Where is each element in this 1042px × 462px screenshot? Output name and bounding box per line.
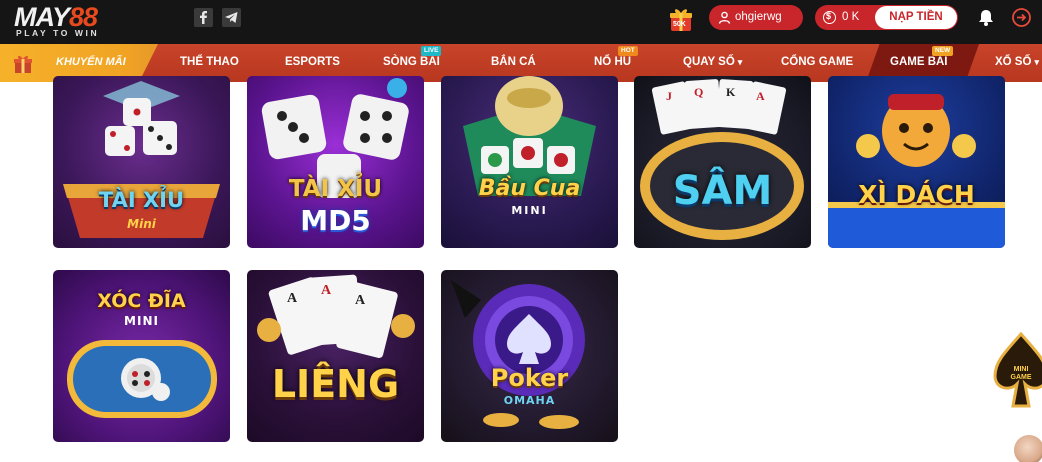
game-tile-taixiu-mini[interactable]: TÀI XỈU Mini <box>53 76 230 248</box>
poker-art <box>451 280 585 429</box>
gift-50k-icon[interactable]: 50K <box>667 6 695 34</box>
nav-item-sports[interactable]: THỂ THAO <box>180 56 239 68</box>
game-title: SÂM <box>672 168 773 214</box>
user-icon <box>718 11 731 24</box>
hot-badge: HOT <box>618 46 638 56</box>
game-tile-sam[interactable]: J Q K A SÂM <box>634 76 811 248</box>
nav-promo-label: KHUYẾN MÃI <box>56 56 126 68</box>
game-title: Poker <box>490 364 569 392</box>
svg-text:A: A <box>287 291 298 306</box>
lieng-art: A A A <box>257 274 415 358</box>
game-subtitle: OMAHA <box>503 394 556 407</box>
baucua-art <box>463 76 596 196</box>
user-account-button[interactable]: ohgierwg <box>709 5 803 30</box>
sam-art: J Q K A <box>640 79 804 240</box>
svg-text:K: K <box>726 85 736 99</box>
game-tile-xocdia-mini[interactable]: XÓC ĐĨA MINI <box>53 270 230 442</box>
xidach-art <box>828 94 1005 248</box>
game-title: TÀI XỈU <box>98 188 185 212</box>
game-title: XÓC ĐĨA <box>97 290 186 312</box>
chevron-down-icon: ▾ <box>1034 57 1039 67</box>
mini-game-label: MINI GAME <box>1010 366 1032 381</box>
new-badge: NEW <box>932 46 954 56</box>
telegram-icon[interactable] <box>222 8 241 27</box>
game-tile-poker-omaha[interactable]: Poker OMAHA <box>441 270 618 442</box>
coin-icon <box>823 11 836 24</box>
nav-item-game-portal[interactable]: CỔNG GAME <box>781 56 853 68</box>
username: ohgierwg <box>735 11 782 23</box>
nav-item-slots[interactable]: NỔ HŨ HOT <box>594 46 638 68</box>
game-tile-baucua-mini[interactable]: Bầu Cua MINI <box>441 76 618 248</box>
game-title: LIÊNG <box>271 362 400 406</box>
nav-item-lottery[interactable]: XỔ SỐ ▾ <box>995 56 1039 68</box>
svg-text:A: A <box>756 89 765 103</box>
logout-icon[interactable] <box>1011 7 1032 28</box>
nav-item-fishing[interactable]: BẮN CÁ <box>491 56 536 68</box>
nav-item-card-games[interactable]: GAME BÀI NEW <box>890 46 954 68</box>
wallet: 0 K NẠP TIỀN <box>815 5 958 30</box>
nav-item-casino[interactable]: SÒNG BÀI LIVE <box>383 46 442 68</box>
nav-item-lottery-draw[interactable]: QUAY SỐ ▾ <box>683 56 742 68</box>
mini-game-widget[interactable]: MINI GAME <box>993 331 1042 410</box>
game-subtitle: MINI <box>511 204 548 217</box>
game-subtitle: Mini <box>127 217 156 231</box>
svg-text:A: A <box>355 293 366 308</box>
brand-logo[interactable]: MAY88 PLAY TO WIN <box>14 2 139 40</box>
svg-text:Q: Q <box>694 85 703 99</box>
game-tile-xidach[interactable]: XÌ DÁCH <box>828 76 1005 248</box>
svg-text:A: A <box>321 283 332 298</box>
game-tile-taixiu-md5[interactable]: TÀI XỈU MD5 <box>247 76 424 248</box>
top-bar: MAY88 PLAY TO WIN 50K ohgierwg 0 K NẠP T… <box>0 0 1042 44</box>
game-title: TÀI XỈU <box>288 176 383 202</box>
facebook-icon[interactable] <box>194 8 213 27</box>
gift-icon <box>14 55 32 73</box>
svg-text:J: J <box>666 89 672 103</box>
logo-tagline: PLAY TO WIN <box>16 28 100 38</box>
deposit-button[interactable]: NẠP TIỀN <box>875 6 957 29</box>
gift-badge-text: 50K <box>673 21 686 28</box>
live-badge: LIVE <box>421 46 442 56</box>
chevron-down-icon: ▾ <box>737 57 743 67</box>
game-subtitle: MD5 <box>300 204 371 237</box>
game-title: Bầu Cua <box>478 176 581 201</box>
game-subtitle: MINI <box>124 314 159 328</box>
support-avatar[interactable] <box>1012 433 1042 462</box>
game-tile-lieng[interactable]: A A A LIÊNG <box>247 270 424 442</box>
nav-item-esports[interactable]: ESPORTS <box>285 56 340 68</box>
game-title: XÌ DÁCH <box>858 180 975 209</box>
balance-amount: 0 K <box>842 11 860 23</box>
bell-icon[interactable] <box>977 8 995 27</box>
